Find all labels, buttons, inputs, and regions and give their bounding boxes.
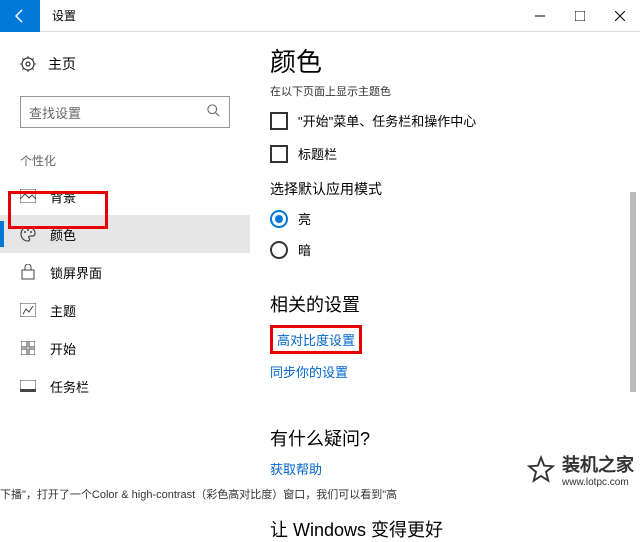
- checkbox-label: 标题栏: [298, 144, 337, 163]
- checkbox-start-taskbar[interactable]: "开始"菜单、任务栏和操作中心: [270, 111, 620, 130]
- start-icon: [20, 340, 36, 356]
- star-icon: [526, 455, 556, 485]
- close-button[interactable]: [600, 0, 640, 32]
- radio-icon: [270, 241, 288, 259]
- link-sync[interactable]: 同步你的设置: [270, 362, 348, 381]
- sidebar-item-label: 锁屏界面: [50, 263, 102, 282]
- sidebar-item-colors[interactable]: 颜色: [0, 215, 250, 253]
- watermark: 装机之家 www.lotpc.com: [526, 451, 634, 488]
- sidebar-item-label: 任务栏: [50, 377, 89, 396]
- annotation-highlight-contrast-link: 高对比度设置: [270, 325, 362, 354]
- scrollbar[interactable]: [630, 192, 636, 392]
- sidebar-item-background[interactable]: 背景: [0, 177, 250, 215]
- gear-icon: [20, 56, 36, 72]
- sidebar-item-lockscreen[interactable]: 锁屏界面: [0, 253, 250, 291]
- radio-label: 暗: [298, 240, 311, 259]
- checkbox-icon: [270, 112, 288, 130]
- titlebar: 设置: [0, 0, 640, 32]
- related-heading: 相关的设置: [270, 291, 620, 317]
- main-content: 颜色 在以下页面上显示主题色 "开始"菜单、任务栏和操作中心 标题栏 选择默认应…: [250, 32, 640, 502]
- checkbox-icon: [270, 145, 288, 163]
- truncated-heading: 在以下页面上显示主题色: [270, 83, 620, 99]
- sidebar-item-label: 背景: [50, 187, 76, 206]
- image-icon: [20, 188, 36, 204]
- mode-heading: 选择默认应用模式: [270, 179, 620, 199]
- watermark-url: www.lotpc.com: [562, 477, 634, 488]
- palette-icon: [20, 226, 36, 242]
- search-placeholder: 查找设置: [29, 103, 81, 122]
- sidebar-item-taskbar[interactable]: 任务栏: [0, 367, 250, 405]
- sidebar: 主页 查找设置 个性化 背景 颜色 锁屏界面: [0, 32, 250, 502]
- window-title: 设置: [52, 7, 76, 24]
- sidebar-item-label: 颜色: [50, 225, 76, 244]
- section-label: 个性化: [0, 148, 250, 177]
- window-controls: [520, 0, 640, 32]
- theme-icon: [20, 302, 36, 318]
- lock-icon: [20, 264, 36, 280]
- sidebar-item-label: 开始: [50, 339, 76, 358]
- radio-label: 亮: [298, 209, 311, 228]
- maximize-button[interactable]: [560, 0, 600, 32]
- link-help[interactable]: 获取帮助: [270, 459, 322, 478]
- taskbar-icon: [20, 378, 36, 394]
- checkbox-label: "开始"菜单、任务栏和操作中心: [298, 111, 476, 130]
- radio-dark[interactable]: 暗: [270, 240, 620, 259]
- checkbox-titlebar[interactable]: 标题栏: [270, 144, 620, 163]
- improve-heading: 让 Windows 变得更好: [270, 516, 620, 542]
- back-button[interactable]: [0, 0, 40, 32]
- search-input[interactable]: 查找设置: [20, 96, 230, 128]
- home-label: 主页: [48, 54, 76, 74]
- sidebar-item-label: 主题: [50, 301, 76, 320]
- cropped-caption: 下播"，打开了一个Color & high-contrast（彩色高对比度）窗口…: [0, 486, 397, 502]
- minimize-button[interactable]: [520, 0, 560, 32]
- radio-light[interactable]: 亮: [270, 209, 620, 228]
- sidebar-item-start[interactable]: 开始: [0, 329, 250, 367]
- radio-icon: [270, 210, 288, 228]
- search-icon: [207, 104, 221, 121]
- watermark-text: 装机之家: [562, 451, 634, 477]
- page-title: 颜色: [270, 42, 620, 79]
- home-link[interactable]: 主页: [0, 48, 250, 80]
- link-high-contrast[interactable]: 高对比度设置: [277, 330, 355, 349]
- question-heading: 有什么疑问?: [270, 425, 620, 451]
- sidebar-item-themes[interactable]: 主题: [0, 291, 250, 329]
